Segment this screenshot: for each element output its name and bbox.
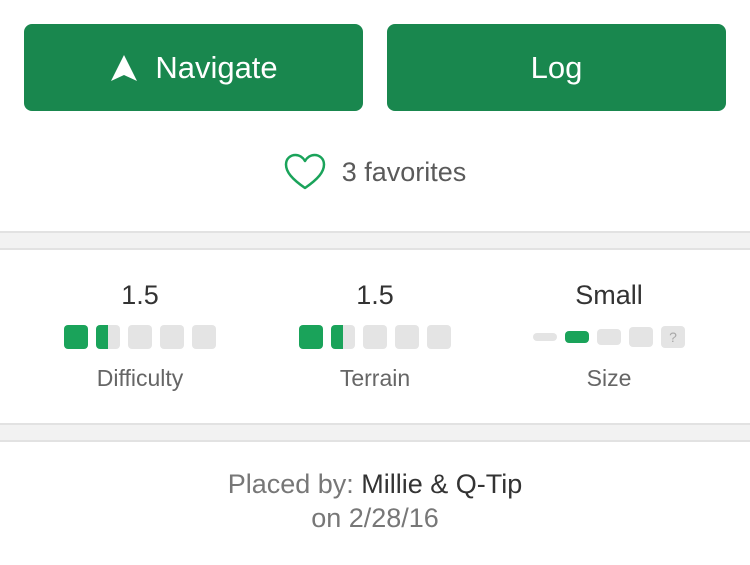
terrain-rating: 1.5 Terrain xyxy=(255,250,495,423)
size-box-regular xyxy=(597,329,621,345)
terrain-box xyxy=(427,325,451,349)
log-button-label: Log xyxy=(530,49,583,85)
placed-by-line: Placed by: Millie & Q-Tip xyxy=(0,467,750,501)
size-box-micro xyxy=(533,333,557,341)
size-rating: Small ? Size xyxy=(489,250,729,423)
difficulty-box xyxy=(160,325,184,349)
log-button[interactable]: Log xyxy=(387,24,726,111)
size-box-unknown: ? xyxy=(661,326,685,348)
navigate-button-label: Navigate xyxy=(155,49,278,85)
navigate-button[interactable]: Navigate xyxy=(24,24,363,111)
difficulty-box xyxy=(192,325,216,349)
section-divider xyxy=(0,231,750,250)
difficulty-value: 1.5 xyxy=(121,280,159,310)
difficulty-meter xyxy=(20,325,260,349)
difficulty-box xyxy=(96,325,120,349)
favorites-toggle[interactable]: 3 favorites xyxy=(0,150,750,194)
heart-outline-icon xyxy=(284,153,326,191)
size-label: Size xyxy=(586,365,632,391)
favorites-count: 3 favorites xyxy=(341,156,467,187)
difficulty-box xyxy=(64,325,88,349)
placed-date: on 2/28/16 xyxy=(311,503,439,533)
section-divider xyxy=(0,423,750,442)
navigation-arrow-icon xyxy=(109,53,139,83)
difficulty-label: Difficulty xyxy=(96,365,184,391)
terrain-box xyxy=(363,325,387,349)
placed-by-prefix: Placed by: xyxy=(227,469,354,499)
placed-by-info: Placed by: Millie & Q-Tip on 2/28/16 xyxy=(0,467,750,535)
terrain-box xyxy=(395,325,419,349)
ratings-section: 1.5 Difficulty 1.5 Terrain Small ? Size xyxy=(0,250,750,423)
terrain-meter xyxy=(255,325,495,349)
terrain-value: 1.5 xyxy=(356,280,394,310)
difficulty-rating: 1.5 Difficulty xyxy=(20,250,260,423)
terrain-label: Terrain xyxy=(339,365,411,391)
cache-detail-panel: Navigate Log 3 favorites 1.5 Difficulty xyxy=(0,0,750,565)
size-box-small xyxy=(565,331,589,343)
size-value: Small xyxy=(575,280,643,310)
terrain-box xyxy=(299,325,323,349)
difficulty-box xyxy=(128,325,152,349)
size-box-large xyxy=(629,327,653,347)
terrain-box xyxy=(331,325,355,349)
owner-link[interactable]: Millie & Q-Tip xyxy=(361,469,522,499)
size-meter: ? xyxy=(489,325,729,349)
